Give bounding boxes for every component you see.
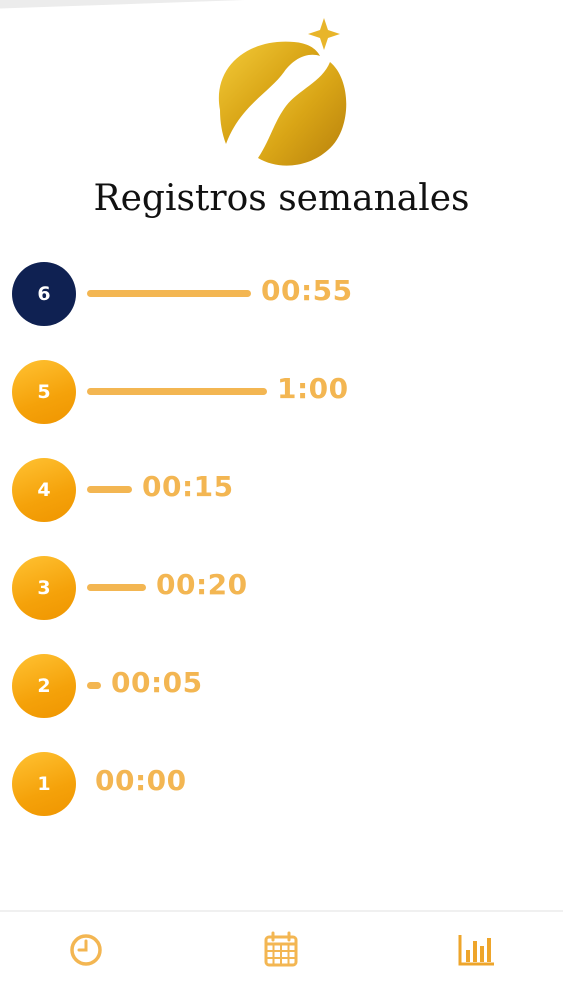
day-number-badge[interactable]: 6 [12, 262, 76, 326]
duration-text: 1:00 [277, 372, 349, 405]
nav-stats-button[interactable] [456, 930, 496, 970]
duration-bar [87, 584, 146, 591]
nav-calendar-button[interactable] [261, 930, 301, 970]
clock-icon [70, 934, 102, 966]
nav-clock-button[interactable] [66, 930, 106, 970]
duration-bar [87, 682, 101, 689]
day-number-badge[interactable]: 5 [12, 360, 76, 424]
calendar-icon [264, 931, 298, 967]
top-divider [0, 0, 281, 10]
duration-text: 00:05 [111, 666, 203, 699]
day-number-badge[interactable]: 2 [12, 654, 76, 718]
record-row: 3 00:20 [12, 556, 532, 620]
duration-text: 00:20 [156, 568, 248, 601]
duration-text: 00:00 [95, 764, 187, 797]
duration-text: 00:15 [142, 470, 234, 503]
bar-chart-icon [458, 935, 494, 966]
duration-bar [87, 486, 132, 493]
day-number-badge[interactable]: 1 [12, 752, 76, 816]
record-row: 5 1:00 [12, 360, 532, 424]
record-row: 1 00:00 [12, 752, 532, 816]
record-row: 6 00:55 [12, 262, 532, 326]
duration-bar [87, 290, 251, 297]
record-row: 4 00:15 [12, 458, 532, 522]
day-number-badge[interactable]: 3 [12, 556, 76, 620]
record-row: 2 00:05 [12, 654, 532, 718]
page-title: Registros semanales [93, 178, 470, 219]
bottom-navigation [0, 910, 563, 1002]
day-number-badge[interactable]: 4 [12, 458, 76, 522]
duration-text: 00:55 [261, 274, 353, 307]
duration-bar [87, 388, 267, 395]
app-logo [218, 18, 347, 166]
